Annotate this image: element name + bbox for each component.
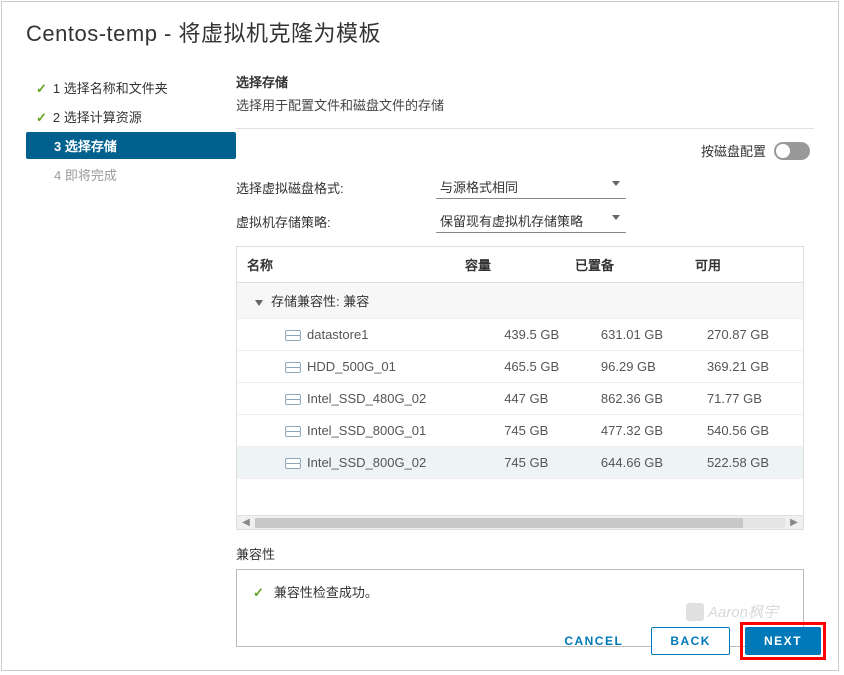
- datastore-icon: [285, 458, 299, 469]
- wizard-steps-sidebar: 1 选择名称和文件夹 2 选择计算资源 3 选择存储 4 即将完成: [26, 58, 236, 647]
- main-panel: 选择存储 选择用于配置文件和磁盘文件的存储 按磁盘配置 选择虚拟磁盘格式: 与源…: [236, 58, 814, 647]
- datastore-row[interactable]: datastore1 439.5 GB 631.01 GB 270.87 GB: [237, 319, 803, 351]
- datastore-row[interactable]: Intel_SSD_480G_02 447 GB 862.36 GB 71.77…: [237, 383, 803, 415]
- cancel-button[interactable]: CANCEL: [546, 628, 641, 654]
- datastore-icon: [285, 330, 299, 341]
- configure-per-disk-label: 按磁盘配置: [701, 141, 766, 160]
- step-4-ready-complete: 4 即将完成: [26, 161, 236, 188]
- datastore-icon: [285, 426, 299, 437]
- datastore-icon: [285, 362, 299, 373]
- back-button[interactable]: BACK: [651, 627, 730, 655]
- dialog-footer: CANCEL BACK NEXT: [546, 622, 826, 660]
- step-3-select-storage[interactable]: 3 选择存储: [26, 132, 236, 159]
- datastore-table: 名称 容量 已置备 可用 存储兼容性: 兼容 datast: [236, 246, 804, 530]
- next-highlight: NEXT: [740, 622, 826, 660]
- clone-to-template-dialog: Centos-temp - 将虚拟机克隆为模板 1 选择名称和文件夹 2 选择计…: [1, 1, 839, 671]
- storage-policy-select[interactable]: 保留现有虚拟机存储策略: [436, 209, 626, 233]
- scroll-left-icon[interactable]: ◀: [241, 518, 251, 528]
- datastore-row[interactable]: Intel_SSD_800G_01 745 GB 477.32 GB 540.5…: [237, 415, 803, 447]
- section-heading: 选择存储: [236, 72, 814, 91]
- compatibility-label: 兼容性: [236, 544, 814, 563]
- col-capacity[interactable]: 容量: [455, 247, 565, 283]
- step-2-compute-resource[interactable]: 2 选择计算资源: [26, 103, 236, 130]
- step-1-name-folder[interactable]: 1 选择名称和文件夹: [26, 74, 236, 101]
- datastore-row[interactable]: Intel_SSD_800G_02 745 GB 644.66 GB 522.5…: [237, 447, 803, 479]
- scroll-right-icon[interactable]: ▶: [789, 518, 799, 528]
- col-free[interactable]: 可用: [685, 247, 803, 283]
- disk-format-select[interactable]: 与源格式相同: [436, 175, 626, 199]
- configure-per-disk-toggle[interactable]: [774, 142, 810, 160]
- compatibility-success-msg: 兼容性检查成功。: [253, 582, 787, 601]
- section-description: 选择用于配置文件和磁盘文件的存储: [236, 95, 814, 114]
- col-provisioned[interactable]: 已置备: [565, 247, 685, 283]
- storage-policy-label: 虚拟机存储策略:: [236, 212, 436, 231]
- horizontal-scrollbar[interactable]: ◀ ▶: [237, 515, 803, 529]
- caret-down-icon: [255, 300, 263, 306]
- compatibility-group-row[interactable]: 存储兼容性: 兼容: [237, 283, 803, 319]
- table-header-row: 名称 容量 已置备 可用: [237, 247, 803, 283]
- dialog-title: Centos-temp - 将虚拟机克隆为模板: [2, 2, 838, 54]
- next-button[interactable]: NEXT: [745, 627, 821, 655]
- datastore-icon: [285, 394, 299, 405]
- disk-format-label: 选择虚拟磁盘格式:: [236, 178, 436, 197]
- col-name[interactable]: 名称: [237, 247, 455, 283]
- datastore-row[interactable]: HDD_500G_01 465.5 GB 96.29 GB 369.21 GB: [237, 351, 803, 383]
